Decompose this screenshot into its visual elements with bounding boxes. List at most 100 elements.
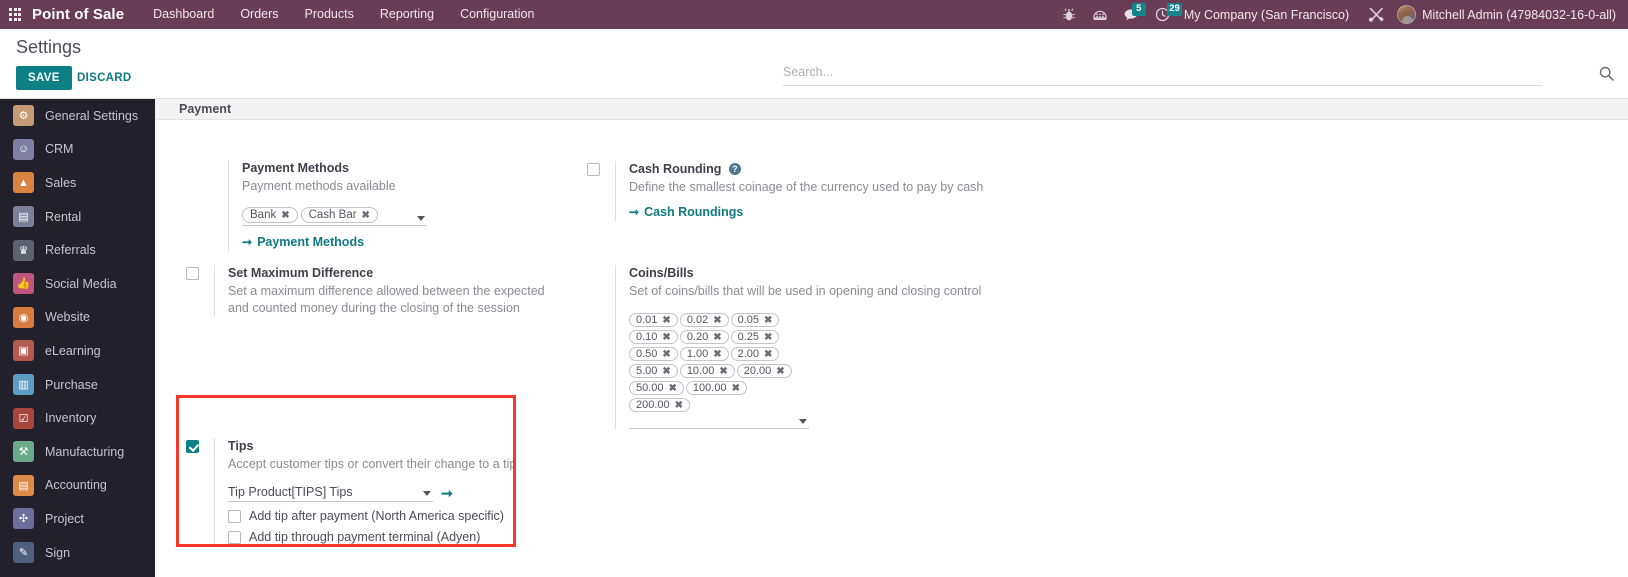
tag-item[interactable]: 2.00 ✖ <box>730 347 780 361</box>
tag-item[interactable]: 200.00 ✖ <box>629 398 691 412</box>
tag-item[interactable]: 0.50 ✖ <box>629 347 678 361</box>
sidebar-item-purchase[interactable]: ▥ Purchase <box>0 368 155 402</box>
apps-menu-icon[interactable] <box>0 8 30 21</box>
tag-remove-icon[interactable]: ✖ <box>764 315 772 326</box>
coins-bills-desc: Set of coins/bills that will be used in … <box>629 284 982 298</box>
tag-item[interactable]: 5.00 ✖ <box>629 364 678 378</box>
tip-product-internal-link-icon[interactable]: ➞ <box>441 485 453 502</box>
sidebar-item-project[interactable]: ✣ Project <box>0 502 155 536</box>
search-icon[interactable] <box>1599 66 1614 84</box>
payment-methods-tags-input[interactable]: Bank ✖ Cash Bar ✖ <box>242 207 427 226</box>
add-tip-after-payment-checkbox[interactable] <box>228 509 241 523</box>
sidebar-item-general-settings[interactable]: ⚙ General Settings <box>0 99 155 133</box>
cash-rounding-checkbox[interactable] <box>587 163 600 176</box>
nav-item-reporting[interactable]: Reporting <box>367 0 447 29</box>
setting-payment-methods: Payment Methods Payment methods availabl… <box>200 160 600 251</box>
nav-item-products[interactable]: Products <box>292 0 367 29</box>
sidebar-item-inventory[interactable]: ☑ Inventory <box>0 401 155 435</box>
tip-product-select[interactable]: Tip Product[TIPS] Tips <box>228 485 433 502</box>
tag-remove-icon[interactable]: ✖ <box>719 366 727 377</box>
setting-tips: Tips Accept customer tips or convert the… <box>186 438 546 544</box>
sidebar-item-rental[interactable]: ▤ Rental <box>0 200 155 234</box>
payment-methods-link[interactable]: ➞ Payment Methods <box>242 235 364 249</box>
tips-desc: Accept customer tips or convert their ch… <box>228 457 517 471</box>
activities-clock-icon[interactable]: 29 <box>1147 0 1182 29</box>
search-input[interactable] <box>783 65 1543 79</box>
tag-item[interactable]: 0.10 ✖ <box>629 330 678 344</box>
tag-item[interactable]: 100.00 ✖ <box>685 381 747 395</box>
tips-checkbox[interactable] <box>186 440 199 453</box>
company-switcher[interactable]: My Company (San Francisco) <box>1178 8 1359 22</box>
max-difference-checkbox[interactable] <box>186 267 199 280</box>
tag-remove-icon[interactable]: ✖ <box>662 349 670 360</box>
app-brand-title[interactable]: Point of Sale <box>30 6 140 23</box>
tag-item[interactable]: Cash Bar ✖ <box>300 207 378 223</box>
tag-item[interactable]: 0.02 ✖ <box>679 313 729 327</box>
tag-item[interactable]: 20.00 ✖ <box>736 364 792 378</box>
tag-item[interactable]: 0.01 ✖ <box>629 313 678 327</box>
sidebar-item-label: Sign <box>45 545 71 560</box>
tag-item[interactable]: 0.20 ✖ <box>679 330 729 344</box>
tag-label: 50.00 <box>636 382 664 394</box>
tag-remove-icon[interactable]: ✖ <box>662 332 670 343</box>
chevron-down-icon[interactable] <box>799 419 807 424</box>
sidebar-item-website[interactable]: ◉ Website <box>0 301 155 335</box>
tag-remove-icon[interactable]: ✖ <box>713 349 721 360</box>
tag-remove-icon[interactable]: ✖ <box>669 383 677 394</box>
tag-remove-icon[interactable]: ✖ <box>362 210 370 221</box>
sidebar-item-label: Rental <box>45 209 82 224</box>
tips-option-after-payment[interactable]: Add tip after payment (North America spe… <box>228 509 534 523</box>
tag-item[interactable]: 10.00 ✖ <box>679 364 735 378</box>
link-label: Payment Methods <box>257 235 365 249</box>
tag-item[interactable]: 50.00 ✖ <box>629 381 684 395</box>
sidebar-item-social-media[interactable]: 👍 Social Media <box>0 267 155 301</box>
tag-item[interactable]: 1.00 ✖ <box>679 347 729 361</box>
payment-methods-title: Payment Methods <box>242 161 349 175</box>
help-icon[interactable]: ? <box>728 163 741 175</box>
sidebar-item-elearning[interactable]: ▣ eLearning <box>0 334 155 368</box>
tag-remove-icon[interactable]: ✖ <box>675 400 683 411</box>
phone-dialpad-icon[interactable] <box>1085 0 1116 29</box>
sidebar-item-referrals[interactable]: ♛ Referrals <box>0 233 155 267</box>
messages-icon[interactable]: 5 <box>1116 0 1147 29</box>
tag-remove-icon[interactable]: ✖ <box>662 366 670 377</box>
nav-item-configuration[interactable]: Configuration <box>447 0 547 29</box>
save-button[interactable]: SAVE <box>16 66 72 90</box>
user-menu[interactable]: Mitchell Admin (47984032-16-0-all) <box>1393 5 1628 24</box>
tag-remove-icon[interactable]: ✖ <box>732 383 740 394</box>
tip-product-label: Tip Product <box>228 485 292 499</box>
tag-remove-icon[interactable]: ✖ <box>764 349 772 360</box>
sidebar-item-accounting[interactable]: ▤ Accounting <box>0 469 155 503</box>
tag-remove-icon[interactable]: ✖ <box>764 332 772 343</box>
tools-icon[interactable] <box>1359 6 1393 23</box>
tag-remove-icon[interactable]: ✖ <box>662 315 670 326</box>
tips-option-terminal[interactable]: Add tip through payment terminal (Adyen) <box>228 530 534 544</box>
sidebar-item-sales[interactable]: ▲ Sales <box>0 166 155 200</box>
sidebar-item-label: eLearning <box>45 343 101 358</box>
chevron-down-icon[interactable] <box>423 491 431 496</box>
tag-item[interactable]: Bank ✖ <box>242 207 298 223</box>
messages-badge: 5 <box>1131 3 1146 16</box>
add-tip-terminal-checkbox[interactable] <box>228 530 241 544</box>
tag-item[interactable]: 0.25 ✖ <box>730 330 780 344</box>
coins-bills-title: Coins/Bills <box>629 266 694 280</box>
add-tip-terminal-label[interactable]: Add tip through payment terminal (Adyen) <box>249 530 480 544</box>
chevron-down-icon[interactable] <box>417 216 425 221</box>
sidebar-item-manufacturing[interactable]: ⚒ Manufacturing <box>0 435 155 469</box>
nav-item-dashboard[interactable]: Dashboard <box>140 0 227 29</box>
tag-remove-icon[interactable]: ✖ <box>281 210 289 221</box>
tag-item[interactable]: 0.05 ✖ <box>730 313 780 327</box>
tag-remove-icon[interactable]: ✖ <box>713 315 721 326</box>
cash-rounding-title: Cash Rounding ? <box>629 161 983 177</box>
tag-remove-icon[interactable]: ✖ <box>713 332 721 343</box>
discard-button[interactable]: DISCARD <box>69 66 140 90</box>
sidebar-item-sign[interactable]: ✎ Sign <box>0 536 155 570</box>
add-tip-after-payment-label[interactable]: Add tip after payment (North America spe… <box>249 509 504 523</box>
nav-item-orders[interactable]: Orders <box>227 0 291 29</box>
tag-remove-icon[interactable]: ✖ <box>776 366 784 377</box>
coins-bills-tags-input[interactable]: 0.01 ✖ 0.02 ✖ 0.05 ✖ 0.10 ✖ 0.20 ✖ 0.25 ✖ 0.50… <box>629 313 809 429</box>
sidebar-item-crm[interactable]: ☺ CRM <box>0 133 155 167</box>
cash-roundings-link[interactable]: ➞ Cash Roundings <box>629 205 743 219</box>
bug-icon[interactable] <box>1054 0 1085 29</box>
sidebar-item-label: CRM <box>45 142 74 157</box>
